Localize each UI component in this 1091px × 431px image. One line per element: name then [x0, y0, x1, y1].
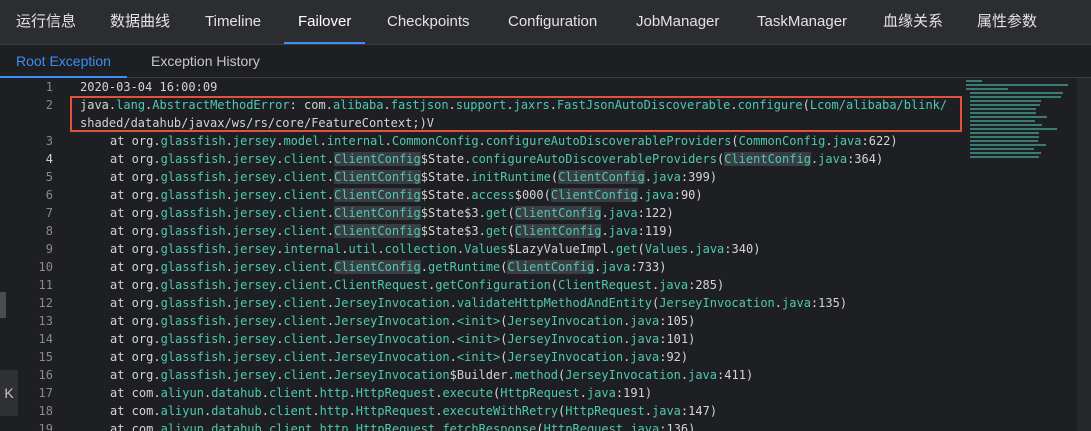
code-line: at org.glassfish.jersey.client.ClientCon…: [110, 170, 718, 184]
code-line: at com.aliyun.datahub.client.http.HttpRe…: [110, 422, 696, 431]
top-tab-bar: 运行信息 数据曲线 Timeline Failover Checkpoints Confi…: [0, 0, 1091, 45]
vertical-scrollbar[interactable]: [1077, 78, 1091, 431]
minimap-line: [970, 96, 1061, 98]
resize-handle[interactable]: [0, 292, 6, 318]
code-editor[interactable]: 1 2 3 4 5 6 7 8 9 10 11 12 13 14 15 16 17 18 19 2020-03-04…: [0, 78, 1091, 431]
code-line: at org.glassfish.jersey.client.ClientReq…: [110, 278, 725, 292]
minimap-line: [966, 80, 982, 82]
line-number: 3: [45, 134, 53, 148]
top-tab-5[interactable]: Configuration: [508, 0, 597, 44]
line-number: 2: [45, 98, 53, 112]
top-tab-6[interactable]: JobManager: [636, 0, 719, 44]
code-line: shaded/datahub/javax/ws/rs/core/FeatureC…: [80, 116, 435, 130]
chevron-left-icon[interactable]: K: [0, 370, 18, 416]
code-line: at org.glassfish.jersey.client.JerseyInv…: [110, 350, 689, 364]
minimap-line: [970, 124, 1042, 126]
line-number: 8: [45, 224, 53, 238]
minimap-line: [970, 112, 1036, 114]
code-line: at com.aliyun.datahub.client.http.HttpRe…: [110, 404, 718, 418]
top-tab-8[interactable]: 血缘关系: [883, 0, 943, 44]
code-line: at org.glassfish.jersey.internal.util.co…: [110, 242, 761, 256]
code-line: at org.glassfish.jersey.client.JerseyInv…: [110, 314, 696, 328]
line-number: 1: [45, 80, 53, 94]
code-line: at org.glassfish.jersey.client.ClientCon…: [110, 188, 703, 202]
code-line: at org.glassfish.jersey.client.ClientCon…: [110, 224, 674, 238]
line-number: 7: [45, 206, 53, 220]
minimap-line: [970, 140, 1038, 142]
line-number: 9: [45, 242, 53, 256]
sub-tab-1[interactable]: Exception History: [151, 45, 260, 77]
minimap-line: [970, 136, 1039, 138]
code-line: at org.glassfish.jersey.client.JerseyInv…: [110, 296, 848, 310]
minimap-line: [970, 156, 1039, 158]
top-tab-3[interactable]: Failover: [283, 0, 366, 44]
minimap-line: [966, 88, 1008, 90]
sub-tab-0[interactable]: Root Exception: [0, 45, 127, 78]
line-number: 4: [45, 152, 53, 166]
minimap-line: [970, 128, 1057, 130]
code-line: 2020-03-04 16:00:09: [80, 80, 218, 94]
line-number: [0, 114, 53, 132]
minimap-line: [970, 116, 1047, 118]
line-number: 6: [45, 188, 53, 202]
exception-text[interactable]: 2020-03-04 16:00:09 java.lang.AbstractMet…: [80, 78, 960, 431]
code-line: at com.aliyun.datahub.client.http.HttpRe…: [110, 386, 653, 400]
top-tab-1[interactable]: 数据曲线: [110, 0, 170, 44]
line-number: 5: [45, 170, 53, 184]
code-line: at org.glassfish.jersey.client.ClientCon…: [110, 152, 884, 166]
line-number: 14: [38, 332, 53, 346]
line-number: 15: [38, 350, 53, 364]
top-tab-9[interactable]: 属性参数: [977, 0, 1037, 44]
top-tab-7[interactable]: TaskManager: [757, 0, 847, 44]
top-tab-0[interactable]: 运行信息: [16, 0, 76, 44]
code-line: at org.glassfish.jersey.client.ClientCon…: [110, 260, 667, 274]
code-line: java.lang.AbstractMethodError: com.aliba…: [80, 98, 948, 112]
minimap-line: [970, 100, 1041, 102]
line-number: 13: [38, 314, 53, 328]
top-tab-4[interactable]: Checkpoints: [387, 0, 470, 44]
sub-tab-bar: Root Exception Exception History: [0, 45, 1091, 78]
minimap-line: [966, 84, 1068, 86]
code-line: at org.glassfish.jersey.client.ClientCon…: [110, 206, 674, 220]
line-number: 11: [38, 278, 53, 292]
minimap-line: [970, 104, 1040, 106]
minimap-line: [970, 152, 1041, 154]
line-number: 12: [38, 296, 53, 310]
line-number: 10: [38, 260, 53, 274]
line-number: 19: [38, 422, 53, 431]
top-tab-2[interactable]: Timeline: [205, 0, 261, 44]
minimap-line: [970, 92, 1063, 94]
minimap-line: [970, 144, 1046, 146]
minimap-line: [970, 132, 1039, 134]
code-line: at org.glassfish.jersey.model.internal.C…: [110, 134, 898, 148]
code-line: at org.glassfish.jersey.client.JerseyInv…: [110, 368, 754, 382]
minimap-line: [970, 120, 1035, 122]
minimap-line: [970, 148, 1034, 150]
code-line: at org.glassfish.jersey.client.JerseyInv…: [110, 332, 696, 346]
minimap[interactable]: [964, 78, 1074, 188]
minimap-line: [970, 108, 1036, 110]
